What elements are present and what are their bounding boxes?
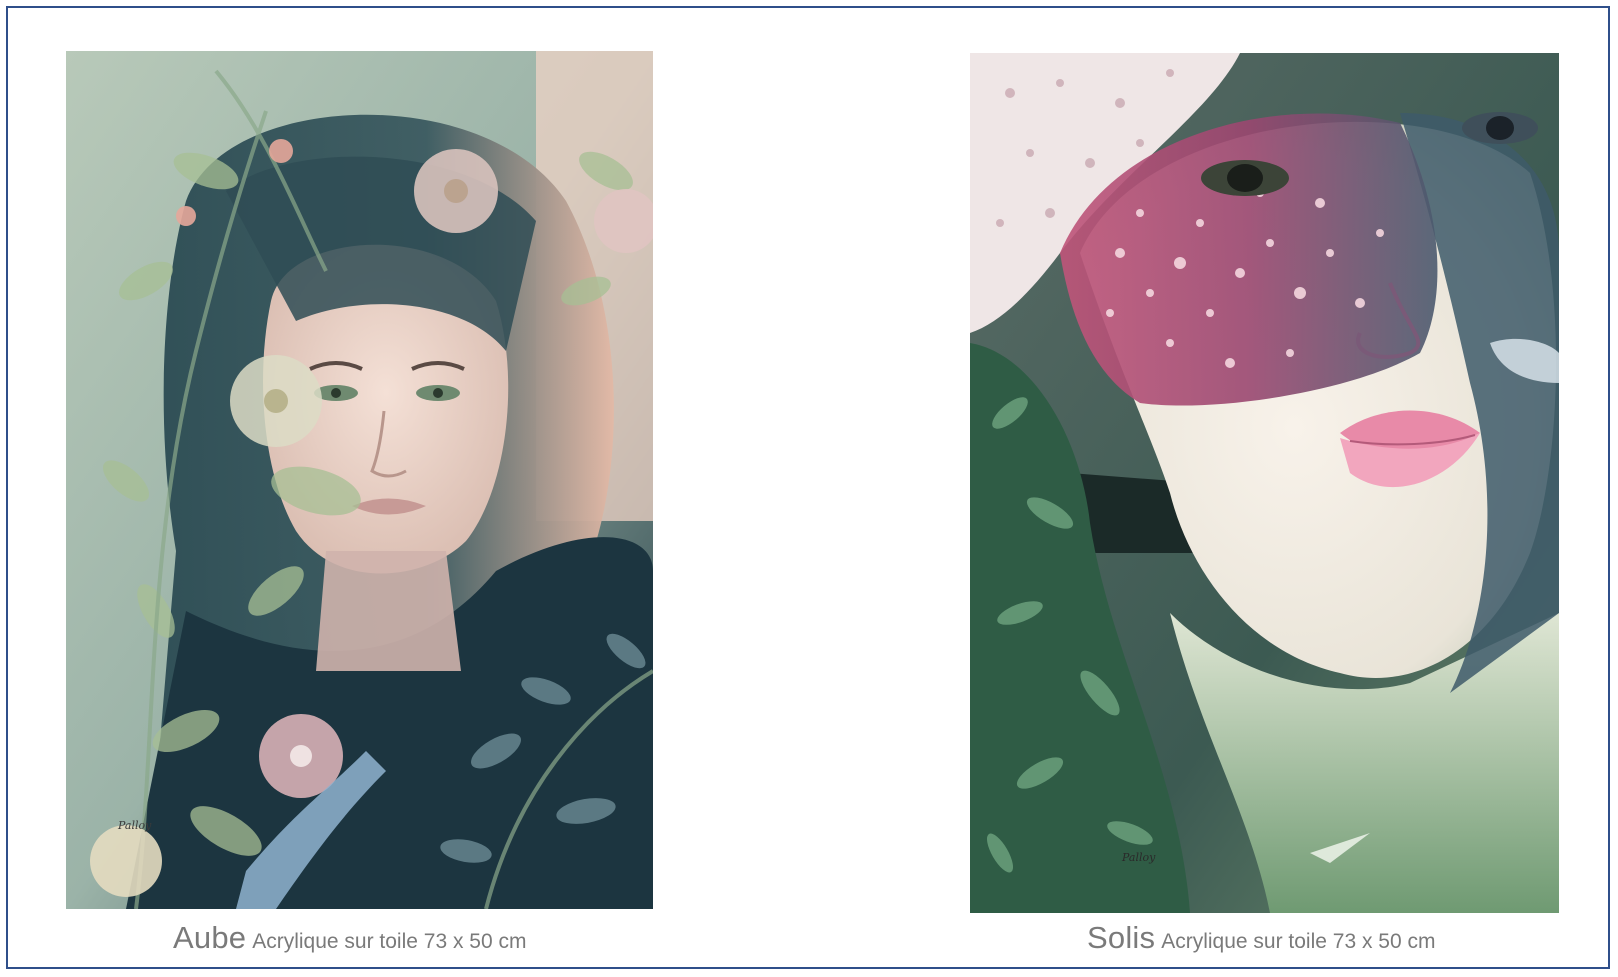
artwork-medium: Acrylique sur toile 73 x 50 cm — [252, 930, 527, 953]
painting-aube: Palloy — [66, 51, 653, 909]
artwork-medium: Acrylique sur toile 73 x 50 cm — [1161, 930, 1436, 953]
artwork-title: Aube — [173, 920, 247, 955]
artwork-title: Solis — [1087, 920, 1156, 955]
caption-solis: Solis Acrylique sur toile 73 x 50 cm — [1087, 920, 1436, 956]
painting-solis-image: Palloy — [970, 53, 1559, 913]
caption-aube: Aube Acrylique sur toile 73 x 50 cm — [173, 920, 527, 956]
painting-solis: Palloy — [970, 53, 1559, 913]
painting-aube-image: Palloy — [66, 51, 653, 909]
painting-aube-signature: Palloy — [117, 819, 152, 832]
painting-solis-signature: Palloy — [1121, 851, 1156, 864]
